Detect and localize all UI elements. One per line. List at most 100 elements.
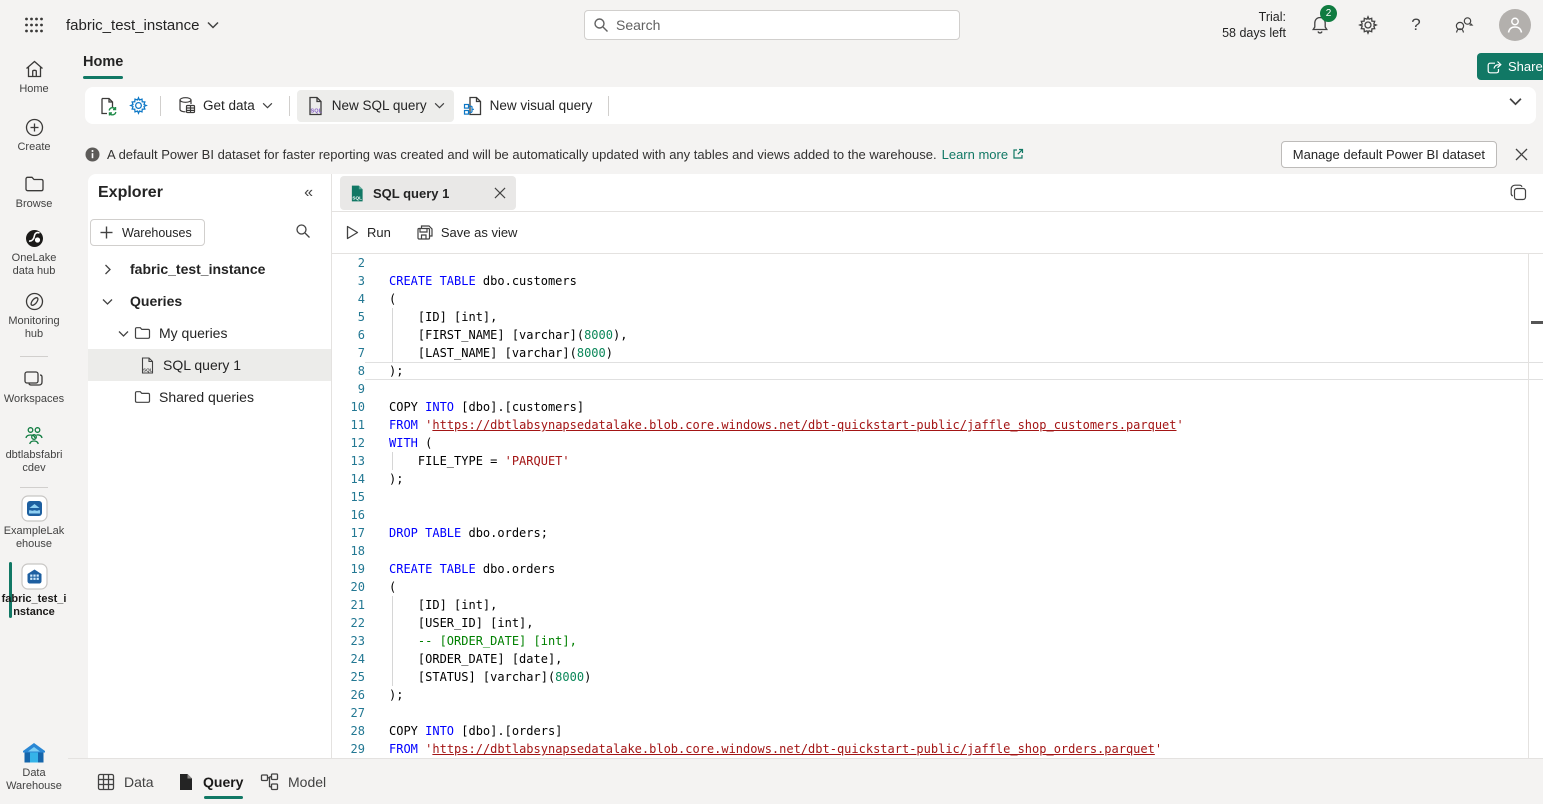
code-line[interactable]: 11FROM 'https://dbtlabsynapsedatalake.bl… bbox=[332, 416, 1543, 434]
line-number[interactable]: 19 bbox=[332, 560, 365, 578]
code-line[interactable]: 4( bbox=[332, 290, 1543, 308]
scrollbar-position-mark[interactable] bbox=[1531, 321, 1543, 324]
settings-ribbon-button[interactable] bbox=[123, 91, 153, 121]
line-number[interactable]: 6 bbox=[332, 326, 365, 344]
rail-item-dbtlabsfabricdev[interactable]: dbtlabsfabricdev bbox=[0, 424, 68, 475]
copy-icon[interactable] bbox=[1510, 184, 1527, 201]
get-data-button[interactable]: Get data bbox=[168, 90, 282, 122]
code-line-content[interactable]: WITH ( bbox=[365, 434, 1543, 452]
banner-close-button[interactable] bbox=[1507, 140, 1535, 168]
line-number[interactable]: 16 bbox=[332, 506, 365, 524]
share-button[interactable]: Share bbox=[1477, 53, 1543, 80]
code-line[interactable]: 2 bbox=[332, 254, 1543, 272]
code-line[interactable]: 14); bbox=[332, 470, 1543, 488]
rail-item-workspaces[interactable]: Workspaces bbox=[0, 368, 68, 406]
code-line-content[interactable]: FROM 'https://dbtlabsynapsedatalake.blob… bbox=[365, 740, 1543, 758]
rail-item-onelake-data-hub[interactable]: OneLakedata hub bbox=[0, 227, 68, 278]
code-line[interactable]: 15 bbox=[332, 488, 1543, 506]
code-line[interactable]: 10COPY INTO [dbo].[customers] bbox=[332, 398, 1543, 416]
code-line[interactable]: 27 bbox=[332, 704, 1543, 722]
rail-item-examplelakehouse[interactable]: ExampleLakehouse bbox=[0, 495, 68, 551]
tree-item-shared-queries[interactable]: Shared queries bbox=[88, 381, 331, 413]
code-line[interactable]: 9 bbox=[332, 380, 1543, 398]
code-line-content[interactable]: ); bbox=[365, 362, 1543, 380]
code-line[interactable]: 5 [ID] [int], bbox=[332, 308, 1543, 326]
code-line-content[interactable]: [FIRST_NAME] [varchar](8000), bbox=[365, 326, 1543, 344]
line-number[interactable]: 26 bbox=[332, 686, 365, 704]
run-button[interactable]: Run bbox=[346, 225, 391, 240]
code-line[interactable]: 12WITH ( bbox=[332, 434, 1543, 452]
line-number[interactable]: 13 bbox=[332, 452, 365, 470]
tab-close-icon[interactable] bbox=[494, 187, 506, 199]
code-line[interactable]: 13 FILE_TYPE = 'PARQUET' bbox=[332, 452, 1543, 470]
code-line-content[interactable]: [ORDER_DATE] [date], bbox=[365, 650, 1543, 668]
tree-item-my-queries[interactable]: My queries bbox=[88, 317, 331, 349]
line-number[interactable]: 21 bbox=[332, 596, 365, 614]
code-line[interactable]: 3CREATE TABLE dbo.customers bbox=[332, 272, 1543, 290]
account-avatar[interactable] bbox=[1499, 9, 1531, 41]
code-line[interactable]: 16 bbox=[332, 506, 1543, 524]
line-number[interactable]: 12 bbox=[332, 434, 365, 452]
code-line[interactable]: 19CREATE TABLE dbo.orders bbox=[332, 560, 1543, 578]
code-line-content[interactable]: CREATE TABLE dbo.orders bbox=[365, 560, 1543, 578]
line-number[interactable]: 2 bbox=[332, 254, 365, 272]
line-number[interactable]: 18 bbox=[332, 542, 365, 560]
code-line-content[interactable]: COPY INTO [dbo].[customers] bbox=[365, 398, 1543, 416]
code-line-content[interactable]: FILE_TYPE = 'PARQUET' bbox=[365, 452, 1543, 470]
line-number[interactable]: 15 bbox=[332, 488, 365, 506]
save-as-view-button[interactable]: Save as view bbox=[417, 225, 518, 240]
feedback-button[interactable] bbox=[1451, 12, 1477, 38]
code-line-content[interactable]: ( bbox=[365, 578, 1543, 596]
chevron-right-icon[interactable] bbox=[100, 264, 114, 275]
help-button[interactable]: ? bbox=[1403, 12, 1429, 38]
code-line-content[interactable]: COPY INTO [dbo].[orders] bbox=[365, 722, 1543, 740]
code-line[interactable]: 25 [STATUS] [varchar](8000) bbox=[332, 668, 1543, 686]
rail-item-data-warehouse[interactable]: DataWarehouse bbox=[0, 742, 68, 793]
code-line-content[interactable] bbox=[365, 488, 1543, 506]
line-number[interactable]: 7 bbox=[332, 344, 365, 362]
code-line[interactable]: 18 bbox=[332, 542, 1543, 560]
app-launcher-icon[interactable] bbox=[18, 9, 50, 41]
chevron-down-icon[interactable] bbox=[100, 298, 114, 305]
code-line[interactable]: 24 [ORDER_DATE] [date], bbox=[332, 650, 1543, 668]
view-tab-model[interactable]: Model bbox=[260, 759, 326, 804]
rail-item-create[interactable]: Create bbox=[0, 116, 68, 154]
line-number[interactable]: 22 bbox=[332, 614, 365, 632]
code-line-content[interactable]: ); bbox=[365, 470, 1543, 488]
code-line[interactable]: 26); bbox=[332, 686, 1543, 704]
query-tab[interactable]: SQL SQL query 1 bbox=[340, 176, 516, 210]
new-visual-query-button[interactable]: New visual query bbox=[454, 90, 602, 122]
code-line[interactable]: 6 [FIRST_NAME] [varchar](8000), bbox=[332, 326, 1543, 344]
collapse-panel-icon[interactable]: « bbox=[304, 184, 313, 202]
line-number[interactable]: 8 bbox=[332, 362, 365, 380]
code-line-content[interactable]: [USER_ID] [int], bbox=[365, 614, 1543, 632]
code-line-content[interactable]: ( bbox=[365, 290, 1543, 308]
rail-item-browse[interactable]: Browse bbox=[0, 173, 68, 211]
tree-item-sql-query-1[interactable]: SQL SQL query 1 bbox=[88, 349, 331, 381]
line-number[interactable]: 5 bbox=[332, 308, 365, 326]
ribbon-collapse-chevron[interactable] bbox=[1509, 97, 1522, 106]
code-line-content[interactable]: [STATUS] [varchar](8000) bbox=[365, 668, 1543, 686]
line-number[interactable]: 10 bbox=[332, 398, 365, 416]
code-area[interactable]: 23CREATE TABLE dbo.customers4(5 [ID] [in… bbox=[332, 254, 1543, 758]
line-number[interactable]: 25 bbox=[332, 668, 365, 686]
code-line[interactable]: 22 [USER_ID] [int], bbox=[332, 614, 1543, 632]
line-number[interactable]: 23 bbox=[332, 632, 365, 650]
line-number[interactable]: 17 bbox=[332, 524, 365, 542]
code-line[interactable]: 21 [ID] [int], bbox=[332, 596, 1543, 614]
add-warehouses-button[interactable]: Warehouses bbox=[90, 219, 205, 246]
code-line[interactable]: 17DROP TABLE dbo.orders; bbox=[332, 524, 1543, 542]
code-line-content[interactable]: DROP TABLE dbo.orders; bbox=[365, 524, 1543, 542]
tree-item-warehouse[interactable]: fabric_test_instance bbox=[88, 253, 331, 285]
chevron-down-icon[interactable] bbox=[116, 330, 130, 337]
code-line-content[interactable] bbox=[365, 506, 1543, 524]
line-number[interactable]: 29 bbox=[332, 740, 365, 758]
manage-dataset-button[interactable]: Manage default Power BI dataset bbox=[1281, 141, 1497, 168]
line-number[interactable]: 4 bbox=[332, 290, 365, 308]
settings-button[interactable] bbox=[1355, 12, 1381, 38]
tab-home[interactable]: Home bbox=[83, 54, 123, 79]
line-number[interactable]: 27 bbox=[332, 704, 365, 722]
code-line[interactable]: 7 [LAST_NAME] [varchar](8000) bbox=[332, 344, 1543, 362]
code-line-content[interactable] bbox=[365, 380, 1543, 398]
search-input[interactable] bbox=[616, 17, 951, 33]
